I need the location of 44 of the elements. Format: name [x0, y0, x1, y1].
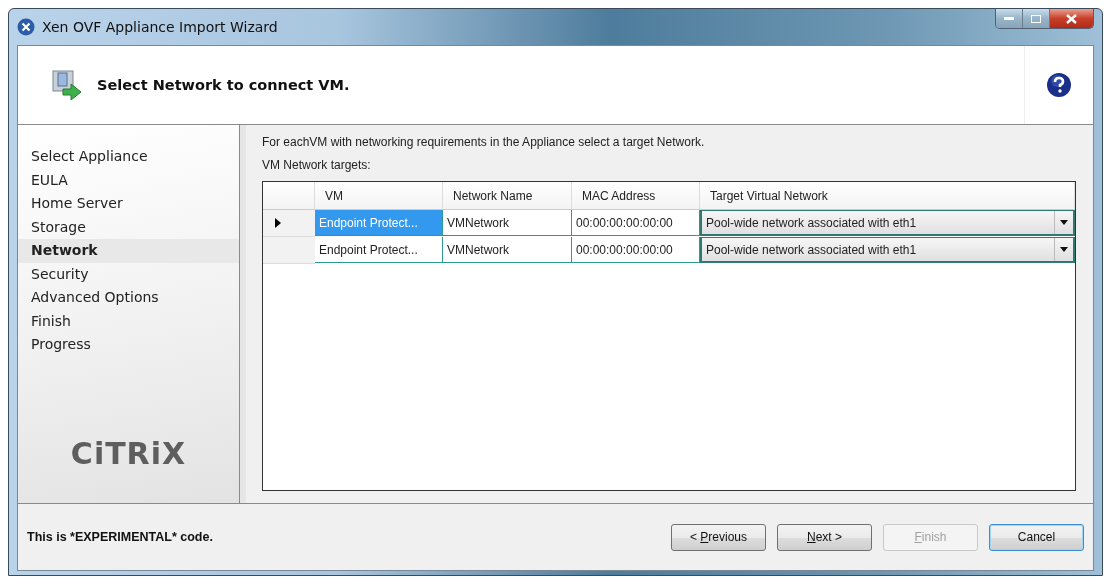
wizard-button[interactable]: Next > [777, 523, 872, 551]
page-title: Select Network to connect VM. [97, 77, 350, 93]
wizard-step[interactable]: Finish [18, 309, 239, 333]
maximize-icon [1031, 14, 1041, 23]
table-cell: VMNetwork [443, 237, 572, 263]
wizard-step[interactable]: Select Appliance [18, 145, 239, 169]
instruction-text: For eachVM with networking requirements in the Appliance select a target Network. [262, 135, 706, 149]
network-dropdown[interactable]: Pool-wide network associated with eth1 [700, 237, 1075, 263]
wizard-step[interactable]: Advanced Options [18, 286, 239, 310]
close-button[interactable] [1049, 9, 1093, 28]
dropdown-arrow-icon [1060, 247, 1068, 252]
wizard-step[interactable]: Home Server [18, 192, 239, 216]
maximize-button[interactable] [1022, 9, 1049, 28]
wizard-step[interactable]: Network [18, 239, 239, 263]
wizard-step[interactable]: EULA [18, 168, 239, 192]
table-cell: VMNetwork [443, 210, 572, 236]
window-title: Xen OVF Appliance Import Wizard [42, 19, 278, 35]
wizard-step[interactable]: Storage [18, 215, 239, 239]
wizard-step[interactable]: Progress [18, 333, 239, 357]
help-icon[interactable] [1046, 72, 1072, 98]
row-header[interactable] [263, 210, 315, 237]
column-header[interactable]: VM [315, 182, 443, 210]
current-row-icon [275, 218, 281, 228]
dropdown-arrow-icon [1060, 220, 1068, 225]
wizard-button[interactable]: Cancel [989, 523, 1084, 551]
wizard-button[interactable]: < Previous [671, 523, 766, 551]
table-cell: Endpoint Protect... [315, 237, 443, 263]
table-cell: 00:00:00:00:00:00 [572, 237, 700, 263]
table-cell: Endpoint Protect... [315, 210, 443, 236]
wizard-step[interactable]: Security [18, 262, 239, 286]
network-dropdown[interactable]: Pool-wide network associated with eth1 [700, 210, 1075, 236]
column-header[interactable]: Target Virtual Network [700, 182, 1075, 210]
column-header[interactable]: MAC Address [572, 182, 700, 210]
status-text: This is *EXPERIMENTAL* code. [27, 530, 213, 544]
table-label: VM Network targets: [262, 158, 372, 172]
network-vm-icon [51, 69, 83, 101]
close-icon [1066, 13, 1077, 24]
app-icon [17, 18, 35, 36]
corner-header [263, 182, 315, 210]
minimize-button[interactable] [996, 9, 1022, 28]
table-cell: 00:00:00:00:00:00 [572, 210, 700, 236]
logo: CiTRiX [70, 436, 187, 471]
minimize-icon [1004, 16, 1014, 21]
column-header[interactable]: Network Name [443, 182, 572, 210]
